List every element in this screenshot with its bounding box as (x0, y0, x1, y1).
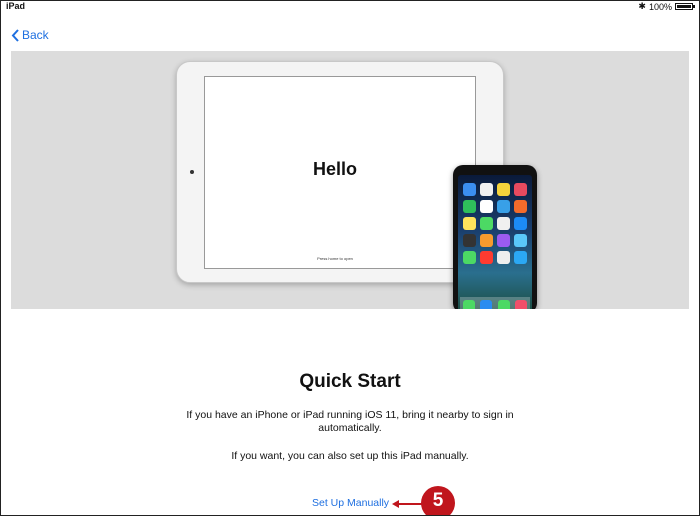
app-icon (497, 217, 510, 230)
callout-line (396, 503, 424, 505)
app-icon (497, 200, 510, 213)
app-icon (463, 234, 476, 247)
battery-fill (677, 5, 691, 8)
app-icon (497, 251, 510, 264)
messages-icon (497, 300, 510, 309)
app-icon (463, 183, 476, 196)
back-label: Back (22, 28, 49, 42)
app-icon (480, 183, 493, 196)
manual-setup-description: If you want, you can also set up this iP… (231, 450, 469, 462)
safari-icon (480, 300, 493, 309)
app-icon (497, 234, 510, 247)
ipad-camera (190, 170, 194, 174)
status-right: ✱ 100% (638, 1, 695, 12)
app-icon (514, 183, 527, 196)
app-icon (463, 217, 476, 230)
status-bar: iPad ✱ 100% (1, 1, 699, 13)
set-up-manually-link[interactable]: Set Up Manually (312, 497, 389, 509)
battery-icon (675, 3, 695, 10)
iphone-dock (460, 297, 530, 309)
quick-start-description: If you have an iPhone or iPad running iO… (186, 409, 514, 434)
phone-icon (462, 300, 475, 309)
iphone-screen (458, 175, 532, 309)
app-icon (480, 217, 493, 230)
app-icon (463, 200, 476, 213)
app-icon (480, 234, 493, 247)
app-icon (514, 200, 527, 213)
iphone-illustration (453, 165, 537, 309)
app-icon (480, 200, 493, 213)
app-icon (514, 217, 527, 230)
back-button[interactable]: Back (11, 28, 49, 42)
app-icon (480, 251, 493, 264)
app-icon (463, 251, 476, 264)
chevron-left-icon (11, 28, 19, 42)
app-icon (497, 183, 510, 196)
app-icon (514, 251, 527, 264)
hero-illustration: Hello Press home to open (11, 51, 689, 309)
battery-percent: 100% (648, 1, 672, 12)
bluetooth-icon: ✱ (638, 1, 646, 11)
app-icon (514, 234, 527, 247)
press-home-text: Press home to open (317, 256, 353, 261)
screen: iPad ✱ 100% Back Hello Press home to ope… (0, 0, 700, 516)
device-label: iPad (6, 1, 26, 11)
app-grid (463, 183, 527, 264)
ipad-screen: Hello Press home to open (204, 76, 476, 269)
step-callout-badge: 5 (421, 486, 455, 515)
hello-text: Hello (312, 159, 357, 179)
page-title: Quick Start (299, 371, 401, 392)
music-icon (515, 300, 528, 309)
